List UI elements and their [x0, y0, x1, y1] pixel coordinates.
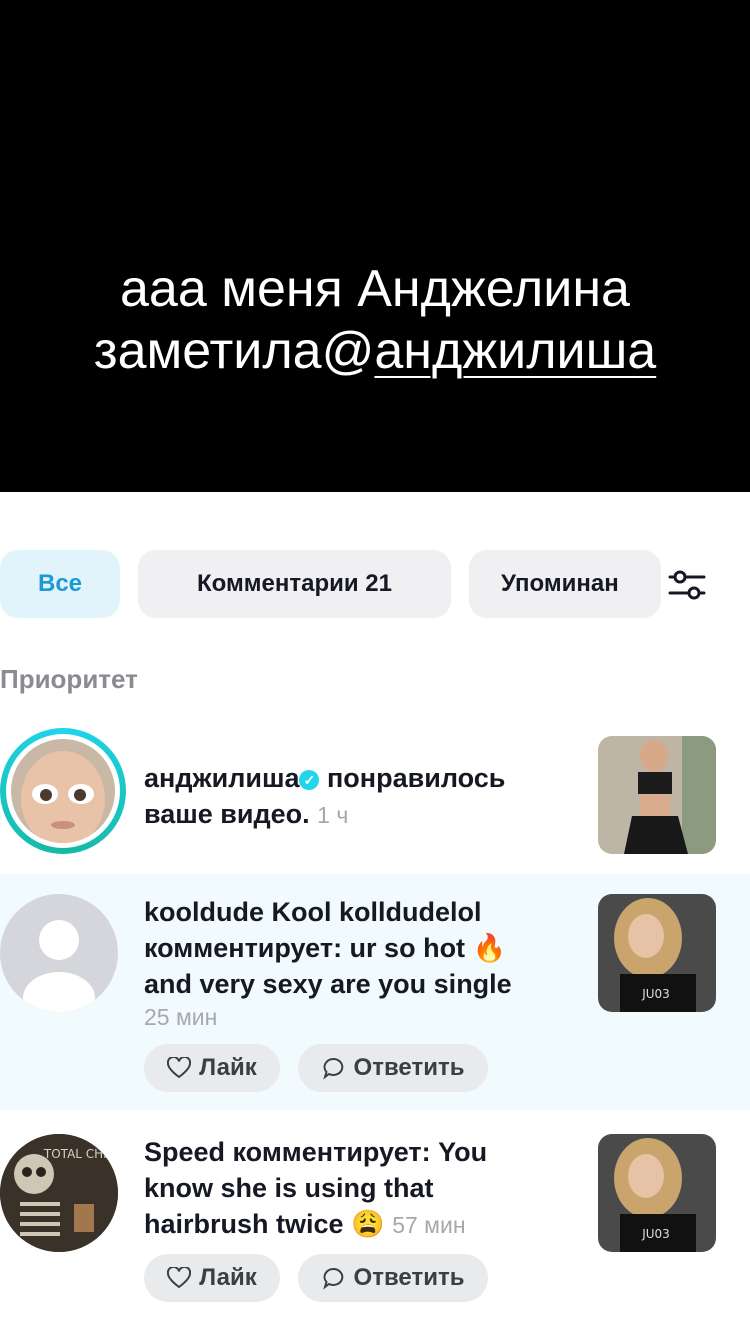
comment-line-1: kooldude Kool kolldudelol	[144, 897, 482, 927]
reply-button[interactable]: Ответить	[298, 1044, 488, 1092]
fire-emoji: 🔥	[472, 933, 507, 963]
svg-text:JU03: JU03	[641, 1227, 670, 1241]
heart-icon	[167, 1057, 192, 1079]
timestamp: 25 мин	[144, 1004, 218, 1030]
thumbnail-image	[598, 736, 716, 854]
avatar[interactable]	[0, 894, 118, 1012]
thumbnail-image: JU03	[598, 894, 716, 1012]
section-title-priority: Приоритет	[0, 664, 138, 694]
like-button[interactable]: Лайк	[144, 1044, 280, 1092]
video-caption-overlay: ааа меня Анджелина заметила@анджилиша	[0, 0, 750, 492]
notification-comment-row[interactable]: kooldude Kool kolldudelol комментирует: …	[0, 874, 750, 1110]
tab-mentions[interactable]: Упоминан	[469, 550, 661, 618]
tab-all[interactable]: Все	[0, 550, 120, 618]
caption-line-2-prefix: заметила@	[93, 322, 375, 380]
thumbnail-image: JU03	[598, 1134, 716, 1252]
default-user-icon	[23, 920, 95, 1012]
comment-bubble-icon	[322, 1268, 343, 1290]
tab-mentions-label: Упоминан	[501, 570, 619, 597]
comment-bubble-icon	[322, 1058, 343, 1080]
like-button[interactable]: Лайк	[144, 1254, 280, 1302]
comment-line-2: комментирует: ur so hot	[144, 933, 466, 963]
timestamp: 57 мин	[392, 1212, 466, 1238]
filter-settings-icon[interactable]	[664, 562, 710, 608]
skeleton-avatar-image: TOTAL CHILL	[0, 1134, 118, 1252]
avatar-text: TOTAL CHILL	[43, 1147, 118, 1161]
like-label: Лайк	[199, 1264, 257, 1291]
comment-line-3: and very sexy are you single	[144, 969, 512, 999]
video-thumbnail[interactable]: JU03	[598, 1134, 716, 1252]
caption-mention-link[interactable]: анджилиша	[374, 322, 656, 380]
avatar	[11, 739, 115, 843]
notification-text: анджилиша ✓ понравилось ваше видео. 1 ч	[144, 760, 570, 833]
heart-icon	[167, 1267, 192, 1289]
like-label: Лайк	[199, 1054, 257, 1081]
username[interactable]: анджилиша	[144, 763, 299, 793]
video-thumbnail[interactable]: JU03	[598, 894, 716, 1012]
action-text-2: ваше видео.	[144, 799, 310, 829]
reply-label: Ответить	[353, 1264, 465, 1291]
verified-badge-icon: ✓	[299, 770, 320, 790]
notification-like-row[interactable]: анджилиша ✓ понравилось ваше видео. 1 ч	[0, 724, 750, 874]
notification-text: kooldude Kool kolldudelol комментирует: …	[144, 894, 570, 1032]
notification-text: Speed комментирует: You know she is usin…	[144, 1134, 570, 1243]
weary-emoji: 😩	[351, 1209, 385, 1239]
caption-line-2: заметила@анджилиша	[0, 320, 750, 382]
reply-button[interactable]: Ответить	[298, 1254, 488, 1302]
comment-line-2: know she is using that	[144, 1173, 434, 1203]
avatar[interactable]: TOTAL CHILL	[0, 1134, 118, 1252]
action-text: понравилось	[327, 763, 506, 793]
notification-comment-row[interactable]: TOTAL CHILL Speed комментирует: You know…	[0, 1110, 750, 1332]
video-thumbnail[interactable]	[598, 736, 716, 854]
tab-comments[interactable]: Комментарии 21	[138, 550, 451, 618]
caption-line-1: ааа меня Анджелина	[120, 260, 630, 318]
reply-label: Ответить	[353, 1054, 465, 1081]
svg-text:JU03: JU03	[641, 987, 670, 1001]
avatar-story-ring[interactable]	[0, 728, 126, 854]
caption-text: ааа меня Анджелина заметила@анджилиша	[0, 258, 750, 382]
timestamp: 1 ч	[317, 802, 349, 828]
comment-line-3: hairbrush twice	[144, 1209, 344, 1239]
comment-line-1: Speed комментирует: You	[144, 1137, 488, 1167]
